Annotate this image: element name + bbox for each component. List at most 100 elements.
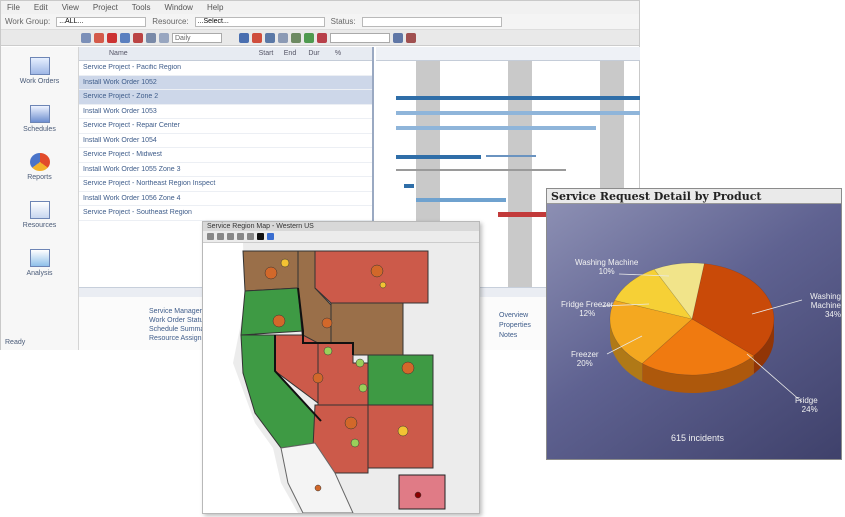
select-icon[interactable] — [237, 233, 244, 240]
gantt-bar[interactable] — [396, 111, 640, 115]
nav-analysis[interactable]: Analysis — [1, 239, 78, 287]
left-navigation: Work Orders Schedules Reports Resources … — [1, 47, 79, 350]
slice-label-pct: 10% — [598, 267, 615, 276]
toolbar-search-input[interactable] — [330, 32, 390, 43]
filter-icon[interactable] — [291, 32, 301, 43]
workgroup-label: Work Group: — [5, 17, 51, 26]
slice-label: Washing Machine 10% — [575, 258, 638, 276]
resource-select[interactable] — [194, 16, 325, 27]
edit-icon[interactable] — [94, 32, 104, 43]
grid-rows: Service Project - Pacific Region Install … — [79, 61, 372, 221]
zoom-out-icon[interactable] — [252, 32, 262, 43]
col-pct[interactable]: % — [326, 50, 350, 57]
menu-project[interactable]: Project — [93, 3, 118, 12]
main-toolbar: Daily — [1, 30, 639, 46]
task-name: Install Work Order 1052 — [83, 78, 157, 86]
slice-label-pct: 34% — [824, 310, 841, 319]
zoom-in-icon[interactable] — [239, 32, 249, 43]
menu-view[interactable]: View — [62, 3, 79, 12]
pie-chart — [601, 262, 803, 403]
slice-label-name: Washing Machine — [810, 292, 841, 310]
task-row[interactable]: Service Project - Pacific Region — [79, 61, 372, 76]
task-row[interactable]: Install Work Order 1056 Zone 4 — [79, 192, 372, 206]
status-bar-text: Ready — [5, 339, 26, 346]
slice-label-name: Fridge Freezer — [561, 300, 614, 309]
zoom-in-icon[interactable] — [217, 233, 224, 240]
workgroup-select[interactable] — [56, 16, 147, 27]
slice-label-name: Washing Machine — [575, 258, 639, 267]
search-icon[interactable] — [393, 32, 403, 43]
menu-window[interactable]: Window — [164, 3, 192, 12]
paste-icon[interactable] — [159, 32, 169, 43]
task-name: Service Project - Northeast Region Inspe… — [83, 180, 216, 188]
region-map-window: Service Region Map - Western US — [202, 221, 480, 514]
menu-help[interactable]: Help — [207, 3, 223, 12]
task-row[interactable]: Install Work Order 1053 — [79, 105, 372, 119]
nav-label: Resources — [22, 222, 57, 229]
zoom-out-icon[interactable] — [227, 233, 234, 240]
pie-report-icon — [29, 153, 50, 171]
gantt-bar[interactable] — [416, 198, 506, 202]
info-icon[interactable] — [267, 233, 274, 240]
cut-icon[interactable] — [133, 32, 143, 43]
bar-chart-icon — [29, 249, 50, 267]
col-start[interactable]: Start — [254, 50, 278, 57]
col-end[interactable]: End — [278, 50, 302, 57]
task-name: Service Project - Southeast Region — [83, 209, 192, 217]
task-row[interactable]: Install Work Order 1054 — [79, 134, 372, 148]
gantt-bar[interactable] — [396, 155, 481, 159]
copy-icon[interactable] — [146, 32, 156, 43]
link-icon[interactable] — [265, 32, 275, 43]
col-name[interactable]: Name — [79, 50, 254, 57]
delete-icon[interactable] — [107, 32, 117, 43]
nav-schedules[interactable]: Schedules — [1, 95, 78, 143]
gantt-timescale — [376, 47, 640, 61]
nav-resources[interactable]: Resources — [1, 191, 78, 239]
calendar-icon — [29, 105, 50, 123]
task-row[interactable]: Install Work Order 1055 Zone 3 — [79, 163, 372, 177]
task-row[interactable]: Install Work Order 1052 — [79, 75, 372, 90]
nav-reports[interactable]: Reports — [1, 143, 78, 191]
menu-tools[interactable]: Tools — [132, 3, 151, 12]
chart-title: Service Request Detail by Product — [547, 189, 841, 204]
menu-bar: File Edit View Project Tools Window Help — [1, 1, 639, 14]
service-request-chart-window: Service Request Detail by Product Washin… — [546, 188, 842, 460]
view-scale-select[interactable]: Daily — [172, 32, 222, 43]
gantt-link — [486, 155, 536, 157]
nav-work-orders[interactable]: Work Orders — [1, 47, 78, 95]
status-select[interactable] — [361, 16, 502, 27]
task-row[interactable]: Service Project - Midwest — [79, 148, 372, 163]
menu-file[interactable]: File — [7, 3, 20, 12]
gantt-bar-critical[interactable] — [498, 212, 548, 217]
task-row[interactable]: Service Project - Southeast Region — [79, 206, 372, 221]
indent-icon[interactable] — [120, 32, 130, 43]
task-row[interactable]: Service Project - Northeast Region Inspe… — [79, 177, 372, 192]
map-toolbar — [203, 231, 479, 243]
col-dur[interactable]: Dur — [302, 50, 326, 57]
task-row[interactable]: Service Project - Zone 2 — [79, 90, 372, 105]
detail-link[interactable]: Overview — [499, 311, 531, 321]
nav-label: Reports — [27, 174, 52, 181]
slice-label: Washing Machine 34% — [793, 292, 841, 319]
leader-line — [746, 353, 803, 403]
slice-label-pct: 24% — [801, 405, 818, 414]
flag-icon[interactable] — [317, 32, 327, 43]
gantt-bar[interactable] — [396, 126, 596, 130]
gantt-bar[interactable] — [404, 184, 414, 188]
map-canvas[interactable] — [203, 243, 479, 513]
refresh-icon[interactable] — [304, 32, 314, 43]
measure-icon[interactable] — [247, 233, 254, 240]
gantt-bar[interactable] — [396, 96, 640, 100]
settings-icon[interactable] — [406, 32, 416, 43]
pan-icon[interactable] — [207, 233, 214, 240]
grid-icon[interactable] — [81, 32, 91, 43]
unlink-icon[interactable] — [278, 32, 288, 43]
slice-label-pct: 12% — [579, 309, 596, 318]
menu-edit[interactable]: Edit — [34, 3, 48, 12]
layer-icon[interactable] — [257, 233, 264, 240]
slice-label: Freezer 20% — [571, 350, 599, 368]
detail-link[interactable]: Properties — [499, 321, 531, 331]
detail-link[interactable]: Notes — [499, 331, 531, 341]
task-row[interactable]: Service Project - Repair Center — [79, 119, 372, 134]
nav-label: Schedules — [23, 126, 56, 133]
